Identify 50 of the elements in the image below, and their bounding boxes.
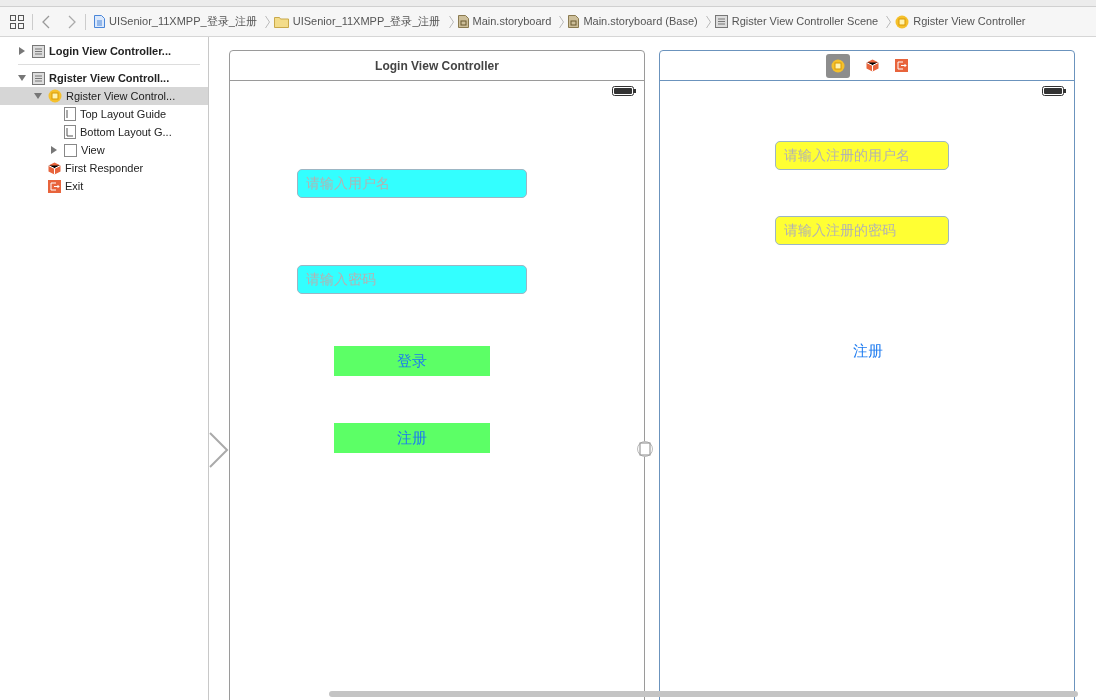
chevron-icon — [705, 14, 711, 29]
expand-triangle-icon[interactable] — [50, 146, 58, 154]
view-icon — [64, 143, 77, 157]
scene-icon — [32, 44, 45, 58]
cube-icon — [866, 59, 879, 72]
scene-frame[interactable]: 请输入注册的用户名 请输入注册的密码 注册 — [659, 50, 1075, 700]
cube-icon — [48, 161, 61, 175]
file-icon — [94, 15, 105, 28]
breadcrumb-item[interactable]: UISenior_11XMPP_登录_注册 — [273, 13, 441, 30]
controller-icon — [48, 89, 62, 103]
expand-triangle-icon[interactable] — [18, 47, 26, 55]
outline-item[interactable]: Exit — [0, 177, 208, 195]
outline-item[interactable]: First Responder — [0, 159, 208, 177]
scene-title: Login View Controller — [375, 57, 499, 75]
chevron-icon — [448, 14, 454, 29]
breadcrumb-item[interactable]: Main.storyboard — [457, 13, 552, 30]
outline-item[interactable]: Bottom Layout G... — [0, 123, 208, 141]
breadcrumb-item[interactable]: UISenior_11XMPP_登录_注册 — [94, 13, 257, 30]
controller-icon — [831, 58, 845, 73]
chevron-icon — [264, 14, 270, 29]
guide-icon — [64, 107, 76, 121]
forward-icon[interactable] — [67, 14, 77, 29]
chevron-icon — [559, 14, 565, 29]
collapse-triangle-icon[interactable] — [34, 92, 42, 100]
back-icon[interactable] — [41, 14, 51, 29]
chevron-icon — [886, 14, 892, 29]
outline-item[interactable]: Top Layout Guide — [0, 105, 208, 123]
outline-item[interactable]: Rgister View Controll... — [0, 69, 208, 87]
breadcrumb-item[interactable]: Rgister View Controller Scene — [714, 13, 879, 30]
scene-icon — [32, 71, 45, 85]
folder-icon — [273, 15, 289, 28]
collapse-triangle-icon[interactable] — [18, 74, 26, 82]
dock-item[interactable] — [866, 59, 879, 72]
register-link[interactable]: 注册 — [853, 340, 883, 363]
controller-icon — [895, 14, 910, 29]
scrollbar[interactable] — [329, 691, 1078, 697]
outline-item[interactable]: View — [0, 141, 208, 159]
exit-icon — [895, 59, 908, 72]
scene-icon — [714, 15, 728, 28]
breadcrumb-item[interactable]: Main.storyboard (Base) — [568, 13, 698, 30]
battery-icon — [612, 86, 636, 96]
document-icon — [457, 15, 469, 28]
outline-item[interactable]: Login View Controller... — [0, 42, 208, 60]
exit-icon — [48, 179, 61, 193]
grid-icon[interactable] — [10, 14, 24, 29]
breadcrumb-item[interactable]: Rgister View Controller — [895, 13, 1026, 30]
document-icon — [568, 15, 580, 28]
battery-icon — [1042, 86, 1066, 96]
guide-icon — [64, 125, 76, 139]
outline-item[interactable]: Rgister View Control... — [0, 87, 208, 105]
